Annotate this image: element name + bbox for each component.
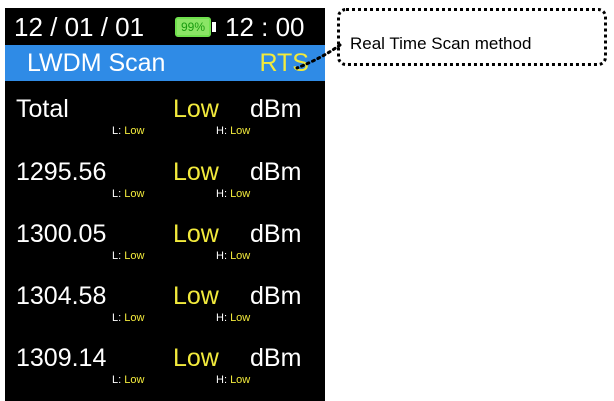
channel-label: 1295.56 <box>16 158 107 186</box>
status-bar: 12 / 01 / 01 99% 12 : 00 <box>5 8 325 46</box>
channel-label: Total <box>16 95 69 123</box>
low-threshold: L: Low <box>112 374 145 386</box>
power-unit: dBm <box>250 95 302 123</box>
low-threshold: L: Low <box>112 250 145 262</box>
power-value: Low <box>173 158 219 186</box>
battery-percent: 99% <box>180 20 206 34</box>
date-display: 12 / 01 / 01 <box>14 12 145 42</box>
title-bar: LWDM Scan RTS <box>5 45 325 81</box>
high-threshold: H: Low <box>216 250 251 262</box>
battery-tip-icon <box>212 22 216 32</box>
power-unit: dBm <box>250 158 302 186</box>
power-unit: dBm <box>250 282 302 310</box>
power-value: Low <box>173 282 219 310</box>
high-threshold: H: Low <box>216 312 251 324</box>
clock-display: 12 : 00 <box>225 12 305 42</box>
high-threshold: H: Low <box>216 125 251 137</box>
low-threshold: L: Low <box>112 312 145 324</box>
low-threshold: L: Low <box>112 188 145 200</box>
measurement-row-1295: 1295.56 Low dBm L: Low H: Low <box>5 154 325 214</box>
measurement-row-1309: 1309.14 Low dBm L: Low H: Low <box>5 340 325 400</box>
measurement-row-total: Total Low dBm L: Low H: Low <box>5 91 325 151</box>
device-screen: 12 / 01 / 01 99% 12 : 00 LWDM Scan RTS T… <box>5 8 325 401</box>
power-value: Low <box>173 95 219 123</box>
power-value: Low <box>173 344 219 372</box>
channel-label: 1304.58 <box>16 282 107 310</box>
measurement-row-1304: 1304.58 Low dBm L: Low H: Low <box>5 278 325 338</box>
screen-title: LWDM Scan <box>27 49 166 77</box>
power-value: Low <box>173 220 219 248</box>
low-threshold: L: Low <box>112 125 145 137</box>
channel-label: 1300.05 <box>16 220 107 248</box>
high-threshold: H: Low <box>216 374 251 386</box>
high-threshold: H: Low <box>216 188 251 200</box>
battery-icon: 99% <box>175 17 211 37</box>
power-unit: dBm <box>250 220 302 248</box>
power-unit: dBm <box>250 344 302 372</box>
channel-label: 1309.14 <box>16 344 107 372</box>
scan-mode-indicator: RTS <box>259 49 309 77</box>
measurement-row-1300: 1300.05 Low dBm L: Low H: Low <box>5 216 325 276</box>
annotation-text: Real Time Scan method <box>350 34 532 53</box>
